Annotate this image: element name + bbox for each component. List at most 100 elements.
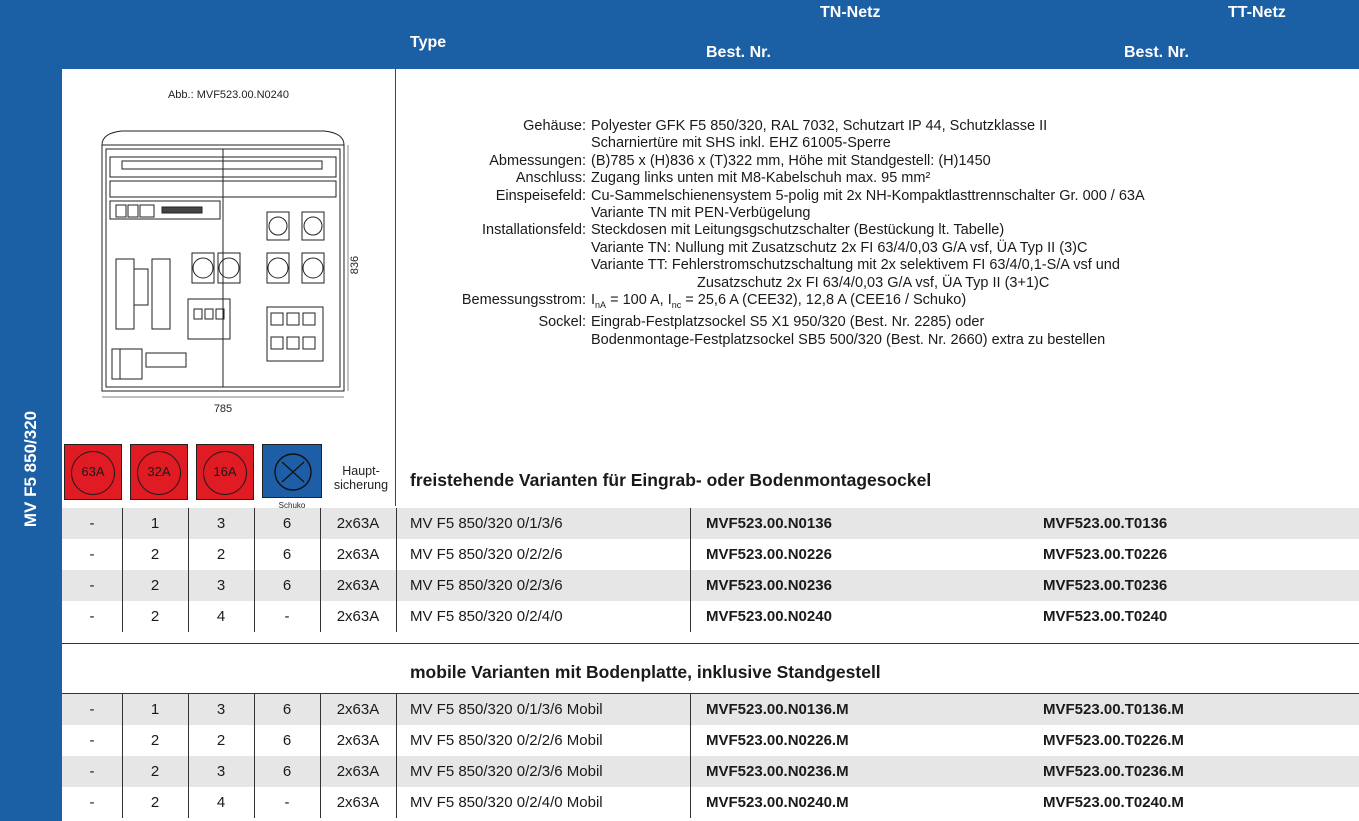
socket-icons: 63A 32A 16A Schuko Haupt- sicherung [62,444,395,510]
spec-value: Polyester GFK F5 850/320, RAL 7032, Schu… [591,118,1048,134]
cell-cee16: 4 [216,794,226,811]
spec-value: Variante TT: Fehlerstromschutzschaltung … [591,257,1120,274]
group-title-mobile: mobile Varianten mit Bodenplatte, inklus… [410,662,881,682]
cell-type: MV F5 850/320 0/2/2/6 [410,546,563,563]
tn-netz-header: TN-Netz [820,4,881,21]
cell-tt-best-nr: MVF523.00.T0236 [1043,577,1168,594]
rated-current-part: = 100 A, I [606,292,672,309]
column-divider [320,756,321,787]
column-divider [122,601,123,632]
tn-best-nr-header: Best. Nr. [706,44,771,61]
tt-netz-header: TT-Netz [1228,4,1286,21]
column-divider [254,508,255,539]
spec-key: Sockel: [538,314,586,331]
table-row: - 2 4 - 2x63A MV F5 850/320 0/2/4/0 Mobil MVF5… [62,787,1359,818]
cell-tn-best-nr: MVF523.00.N0136 [706,515,832,532]
cell-tn-best-nr: MVF523.00.N0240.M [706,794,849,811]
cell-hauptsicherung: 2x63A [336,763,380,780]
cell-cee16: 2 [216,546,226,563]
cell-cee63: - [89,577,95,594]
spec-key [398,275,591,292]
cell-tn-best-nr: MVF523.00.N0240 [706,608,832,625]
group-separator [62,643,1359,644]
specification-list: Gehäuse: Polyester GFK F5 850/320, RAL 70… [398,118,1356,349]
cabinet-drawing: 836 785 [101,130,361,415]
table-row: - 2 3 6 2x63A MV F5 850/320 0/2/3/6 Mobil MVF5… [62,756,1359,787]
column-divider [254,601,255,632]
cell-cee32: 1 [150,515,160,532]
cee63-socket-icon: 63A [64,444,122,500]
column-divider [396,694,397,725]
spec-row: Scharniertüre mit SHS inkl. EHZ 61005-Sp… [398,135,1356,152]
cell-cee63: - [89,732,95,749]
cell-type: MV F5 850/320 0/2/4/0 Mobil [410,794,603,811]
column-divider [690,694,691,725]
column-divider [188,787,189,818]
column-divider [188,508,189,539]
cell-tn-best-nr: MVF523.00.N0136.M [706,701,849,718]
column-divider [122,508,123,539]
cell-tn-best-nr: MVF523.00.N0236.M [706,763,849,780]
cell-tt-best-nr: MVF523.00.T0136 [1043,515,1168,532]
cell-cee32: 2 [150,763,160,780]
spec-row: Einspeisefeld: Cu-Sammelschienensystem 5-… [398,188,1356,205]
cell-tn-best-nr: MVF523.00.N0226.M [706,732,849,749]
cell-schuko: - [284,608,290,625]
cell-cee32: 2 [150,577,160,594]
cell-cee16: 4 [216,608,226,625]
column-divider [320,694,321,725]
spec-value: Zusatzschutz 2x FI 63/4/0,03 G/A vsf, ÜA… [697,274,1050,291]
column-divider [188,601,189,632]
cell-tt-best-nr: MVF523.00.T0136.M [1043,701,1184,718]
cell-type: MV F5 850/320 0/1/3/6 [410,515,563,532]
column-divider [320,725,321,756]
type-column-header: Type [410,34,447,51]
table-row: - 2 3 6 2x63A MV F5 850/320 0/2/3/6 MVF523.00.… [62,570,1359,601]
figure-divider [395,69,396,506]
spec-row: Anschluss: Zugang links unten mit M8-Kabe… [398,170,1356,187]
spec-value: Zugang links unten mit M8-Kabelschuh max… [591,170,931,187]
column-divider [254,539,255,570]
cell-cee63: - [89,763,95,780]
column-divider [320,539,321,570]
schuko-socket-icon [262,444,322,498]
cell-cee16: 3 [216,763,226,780]
spec-value: Variante TN: Nullung mit Zusatzschutz 2x… [591,239,1088,256]
spec-row: Zusatzschutz 2x FI 63/4/0,03 G/A vsf, ÜA… [398,275,1356,292]
column-divider [122,539,123,570]
column-divider [188,756,189,787]
cell-cee63: - [89,546,95,563]
cell-tt-best-nr: MVF523.00.T0236.M [1043,763,1184,780]
spec-key: Abmessungen: [489,152,586,169]
cell-cee32: 2 [150,732,160,749]
spec-key [398,135,591,152]
column-divider [320,787,321,818]
spec-key: Installationsfeld: [482,222,586,239]
cell-cee63: - [89,701,95,718]
column-divider [690,787,691,818]
cell-cee32: 2 [150,546,160,563]
spec-row: Abmessungen: (B)785 x (H)836 x (T)322 mm,… [398,153,1356,170]
cell-hauptsicherung: 2x63A [336,732,380,749]
cell-tt-best-nr: MVF523.00.T0240 [1043,608,1168,625]
cell-tt-best-nr: MVF523.00.T0226 [1043,546,1168,563]
spec-value: Cu-Sammelschienensystem 5-polig mit 2x N… [591,187,1145,204]
cell-schuko: 6 [282,577,292,594]
spec-key [398,257,591,274]
column-divider [122,756,123,787]
cell-tn-best-nr: MVF523.00.N0226 [706,546,832,563]
spec-value: Bodenmontage-Festplatzsockel SB5 500/320… [591,331,1106,348]
width-label: 785 [214,403,232,415]
hauptsicherung-label: Haupt- sicherung [333,464,389,492]
cell-schuko: 6 [282,701,292,718]
datasheet-page: Type TN-Netz TT-Netz Best. Nr. Best. Nr.… [0,0,1359,821]
spec-value: (B)785 x (H)836 x (T)322 mm, Höhe mit St… [591,152,991,169]
spec-key [398,205,591,222]
spec-row: Variante TN mit PEN-Verbügelung [398,205,1356,222]
spec-value: Scharniertüre mit SHS inkl. EHZ 61005-Sp… [591,135,891,152]
table-row: - 2 2 6 2x63A MV F5 850/320 0/2/2/6 MVF523.00.… [62,539,1359,570]
spec-key [398,332,591,349]
column-divider [122,694,123,725]
cell-cee16: 3 [216,577,226,594]
column-divider [396,570,397,601]
